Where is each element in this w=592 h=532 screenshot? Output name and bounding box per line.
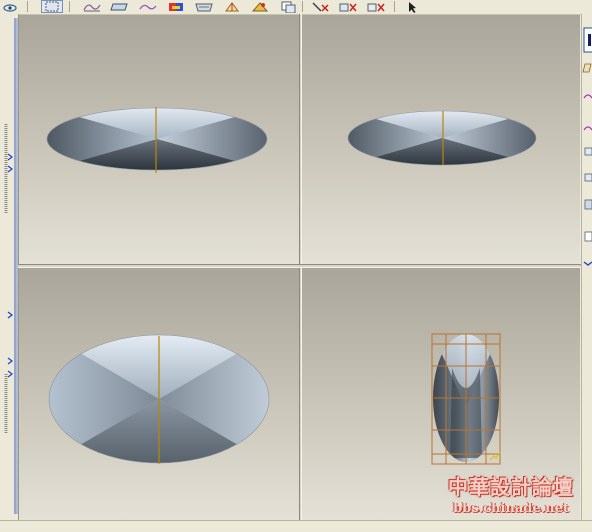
surface-shade-icon[interactable]	[250, 0, 270, 13]
view-orient-icon[interactable]	[0, 0, 20, 13]
cancel-delete-icon[interactable]	[338, 0, 358, 13]
pick-delete-icon[interactable]	[310, 0, 330, 13]
cursor-select-icon[interactable]	[402, 0, 422, 13]
front-view-surface	[47, 108, 267, 170]
viewport-top-right[interactable]	[302, 15, 580, 264]
copy-surface-icon[interactable]	[278, 0, 298, 13]
right-view-surface	[348, 111, 536, 165]
datum-plane-icon[interactable]	[110, 0, 130, 13]
view-triad-icon	[489, 451, 501, 461]
spline-icon[interactable]	[138, 0, 158, 13]
main-toolbar	[0, 0, 592, 15]
surface-color-icon[interactable]	[166, 0, 186, 13]
watermark-title: 中華設計論壇	[448, 475, 574, 499]
surface-analysis-icon[interactable]	[194, 0, 214, 13]
remove-delete-icon[interactable]	[366, 0, 386, 13]
right-tool-strip	[581, 14, 592, 520]
draft-check-icon[interactable]	[222, 0, 242, 13]
select-mode-icon[interactable]	[41, 0, 63, 13]
sketch-curve-icon[interactable]	[82, 0, 102, 13]
watermark: 中華設計論壇 bbs.chinade.net	[435, 474, 587, 524]
viewport-bottom-left[interactable]	[19, 268, 299, 520]
left-tool-strip	[0, 14, 19, 520]
viewport-top-left[interactable]	[19, 15, 299, 264]
watermark-url: bbs.chinade.net	[453, 501, 569, 516]
viewport-horizontal-splitter[interactable]	[18, 264, 581, 268]
